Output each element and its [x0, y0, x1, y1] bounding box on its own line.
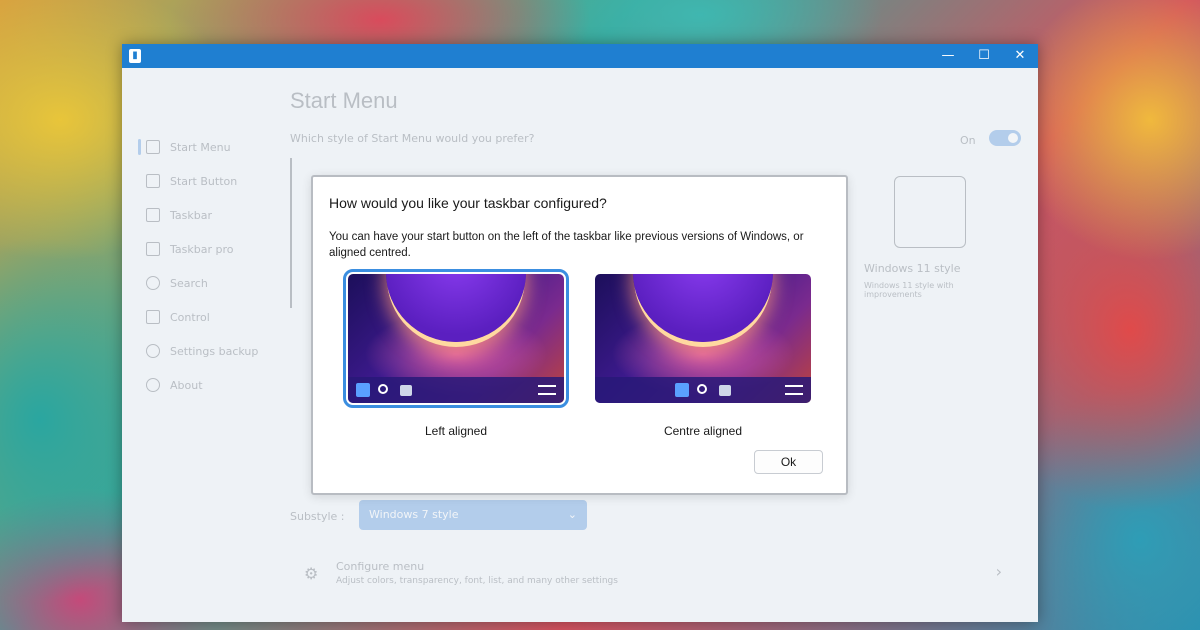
substyle-label: Substyle :: [290, 510, 345, 523]
page-title: Start Menu: [290, 88, 398, 113]
left-aligned-label: Left aligned: [424, 424, 488, 438]
search-icon: [697, 384, 707, 394]
ok-button[interactable]: Ok: [754, 450, 823, 474]
close-button[interactable]: ✕: [1002, 44, 1038, 68]
substyle-dropdown[interactable]: Windows 7 style ⌄: [359, 500, 587, 530]
gear-icon: ⚙: [304, 564, 319, 583]
title-bar: ▮ — ☐ ✕: [122, 44, 1038, 68]
win11-style-title: Windows 11 style: [864, 262, 961, 275]
start-icon: [675, 383, 689, 397]
style-question: Which style of Start Menu would you pref…: [290, 132, 535, 145]
dialog-title: How would you like your taskbar configur…: [329, 195, 607, 211]
tray-icon: [785, 385, 803, 395]
sidebar-item-label: Control: [170, 310, 210, 324]
minimize-button[interactable]: —: [930, 44, 966, 68]
windows-11-preview-icon: [894, 176, 966, 248]
left-aligned-option[interactable]: [343, 269, 569, 408]
sidebar-item-taskbar[interactable]: Taskbar: [138, 198, 268, 232]
toggle-label: On: [960, 134, 976, 147]
sidebar-item-label: About: [170, 378, 203, 392]
start-button-icon: [146, 174, 160, 188]
centre-aligned-label: Centre aligned: [663, 424, 743, 438]
sidebar-item-about[interactable]: About: [138, 368, 268, 402]
configure-menu-row[interactable]: ⚙ Configure menu Adjust colors, transpar…: [290, 550, 1010, 598]
sidebar-item-settings-backup[interactable]: Settings backup: [138, 334, 268, 368]
windows-11-style-card[interactable]: Windows 11 style Windows 11 style with i…: [864, 176, 1014, 299]
chevron-down-icon: ⌄: [567, 508, 577, 521]
sidebar-item-start-button[interactable]: Start Button: [138, 164, 268, 198]
sidebar-item-label: Search: [170, 276, 208, 290]
taskbar-pro-icon: [146, 242, 160, 256]
taskbar-preview: [595, 377, 811, 403]
start-menu-icon: [146, 140, 160, 154]
chevron-right-icon: ›: [995, 562, 1002, 581]
sidebar-item-label: Taskbar pro: [170, 242, 234, 256]
centre-aligned-option[interactable]: [595, 274, 811, 403]
task-view-icon: [400, 385, 412, 396]
taskbar-icon: [146, 208, 160, 222]
search-icon: [378, 384, 388, 394]
style-card-divider: [290, 158, 292, 308]
task-view-icon: [719, 385, 731, 396]
sidebar-item-label: Taskbar: [170, 208, 212, 222]
search-icon: [146, 276, 160, 290]
info-icon: [146, 378, 160, 392]
sidebar-item-label: Start Button: [170, 174, 238, 188]
dialog-description: You can have your start button on the le…: [329, 231, 804, 259]
start-menu-toggle[interactable]: [989, 130, 1021, 146]
taskbar-preview: [348, 377, 564, 403]
configure-menu-desc: Adjust colors, transparency, font, list,…: [336, 576, 618, 586]
sidebar: Start Menu Start Button Taskbar Taskbar …: [138, 130, 268, 402]
sidebar-item-start-menu[interactable]: Start Menu: [138, 130, 268, 164]
tray-icon: [538, 385, 556, 395]
sidebar-item-label: Settings backup: [170, 344, 259, 358]
configure-menu-title: Configure menu: [336, 560, 425, 573]
sidebar-item-taskbar-pro[interactable]: Taskbar pro: [138, 232, 268, 266]
sidebar-item-search[interactable]: Search: [138, 266, 268, 300]
control-icon: [146, 310, 160, 324]
maximize-button[interactable]: ☐: [966, 44, 1002, 68]
start-icon: [356, 383, 370, 397]
sidebar-item-label: Start Menu: [170, 140, 231, 154]
substyle-value: Windows 7 style: [369, 508, 459, 521]
sidebar-item-control[interactable]: Control: [138, 300, 268, 334]
win11-style-desc: Windows 11 style with improvements: [864, 281, 954, 299]
taskbar-config-dialog: How would you like your taskbar configur…: [311, 175, 848, 495]
backup-icon: [146, 344, 160, 358]
app-icon: ▮: [129, 49, 141, 63]
